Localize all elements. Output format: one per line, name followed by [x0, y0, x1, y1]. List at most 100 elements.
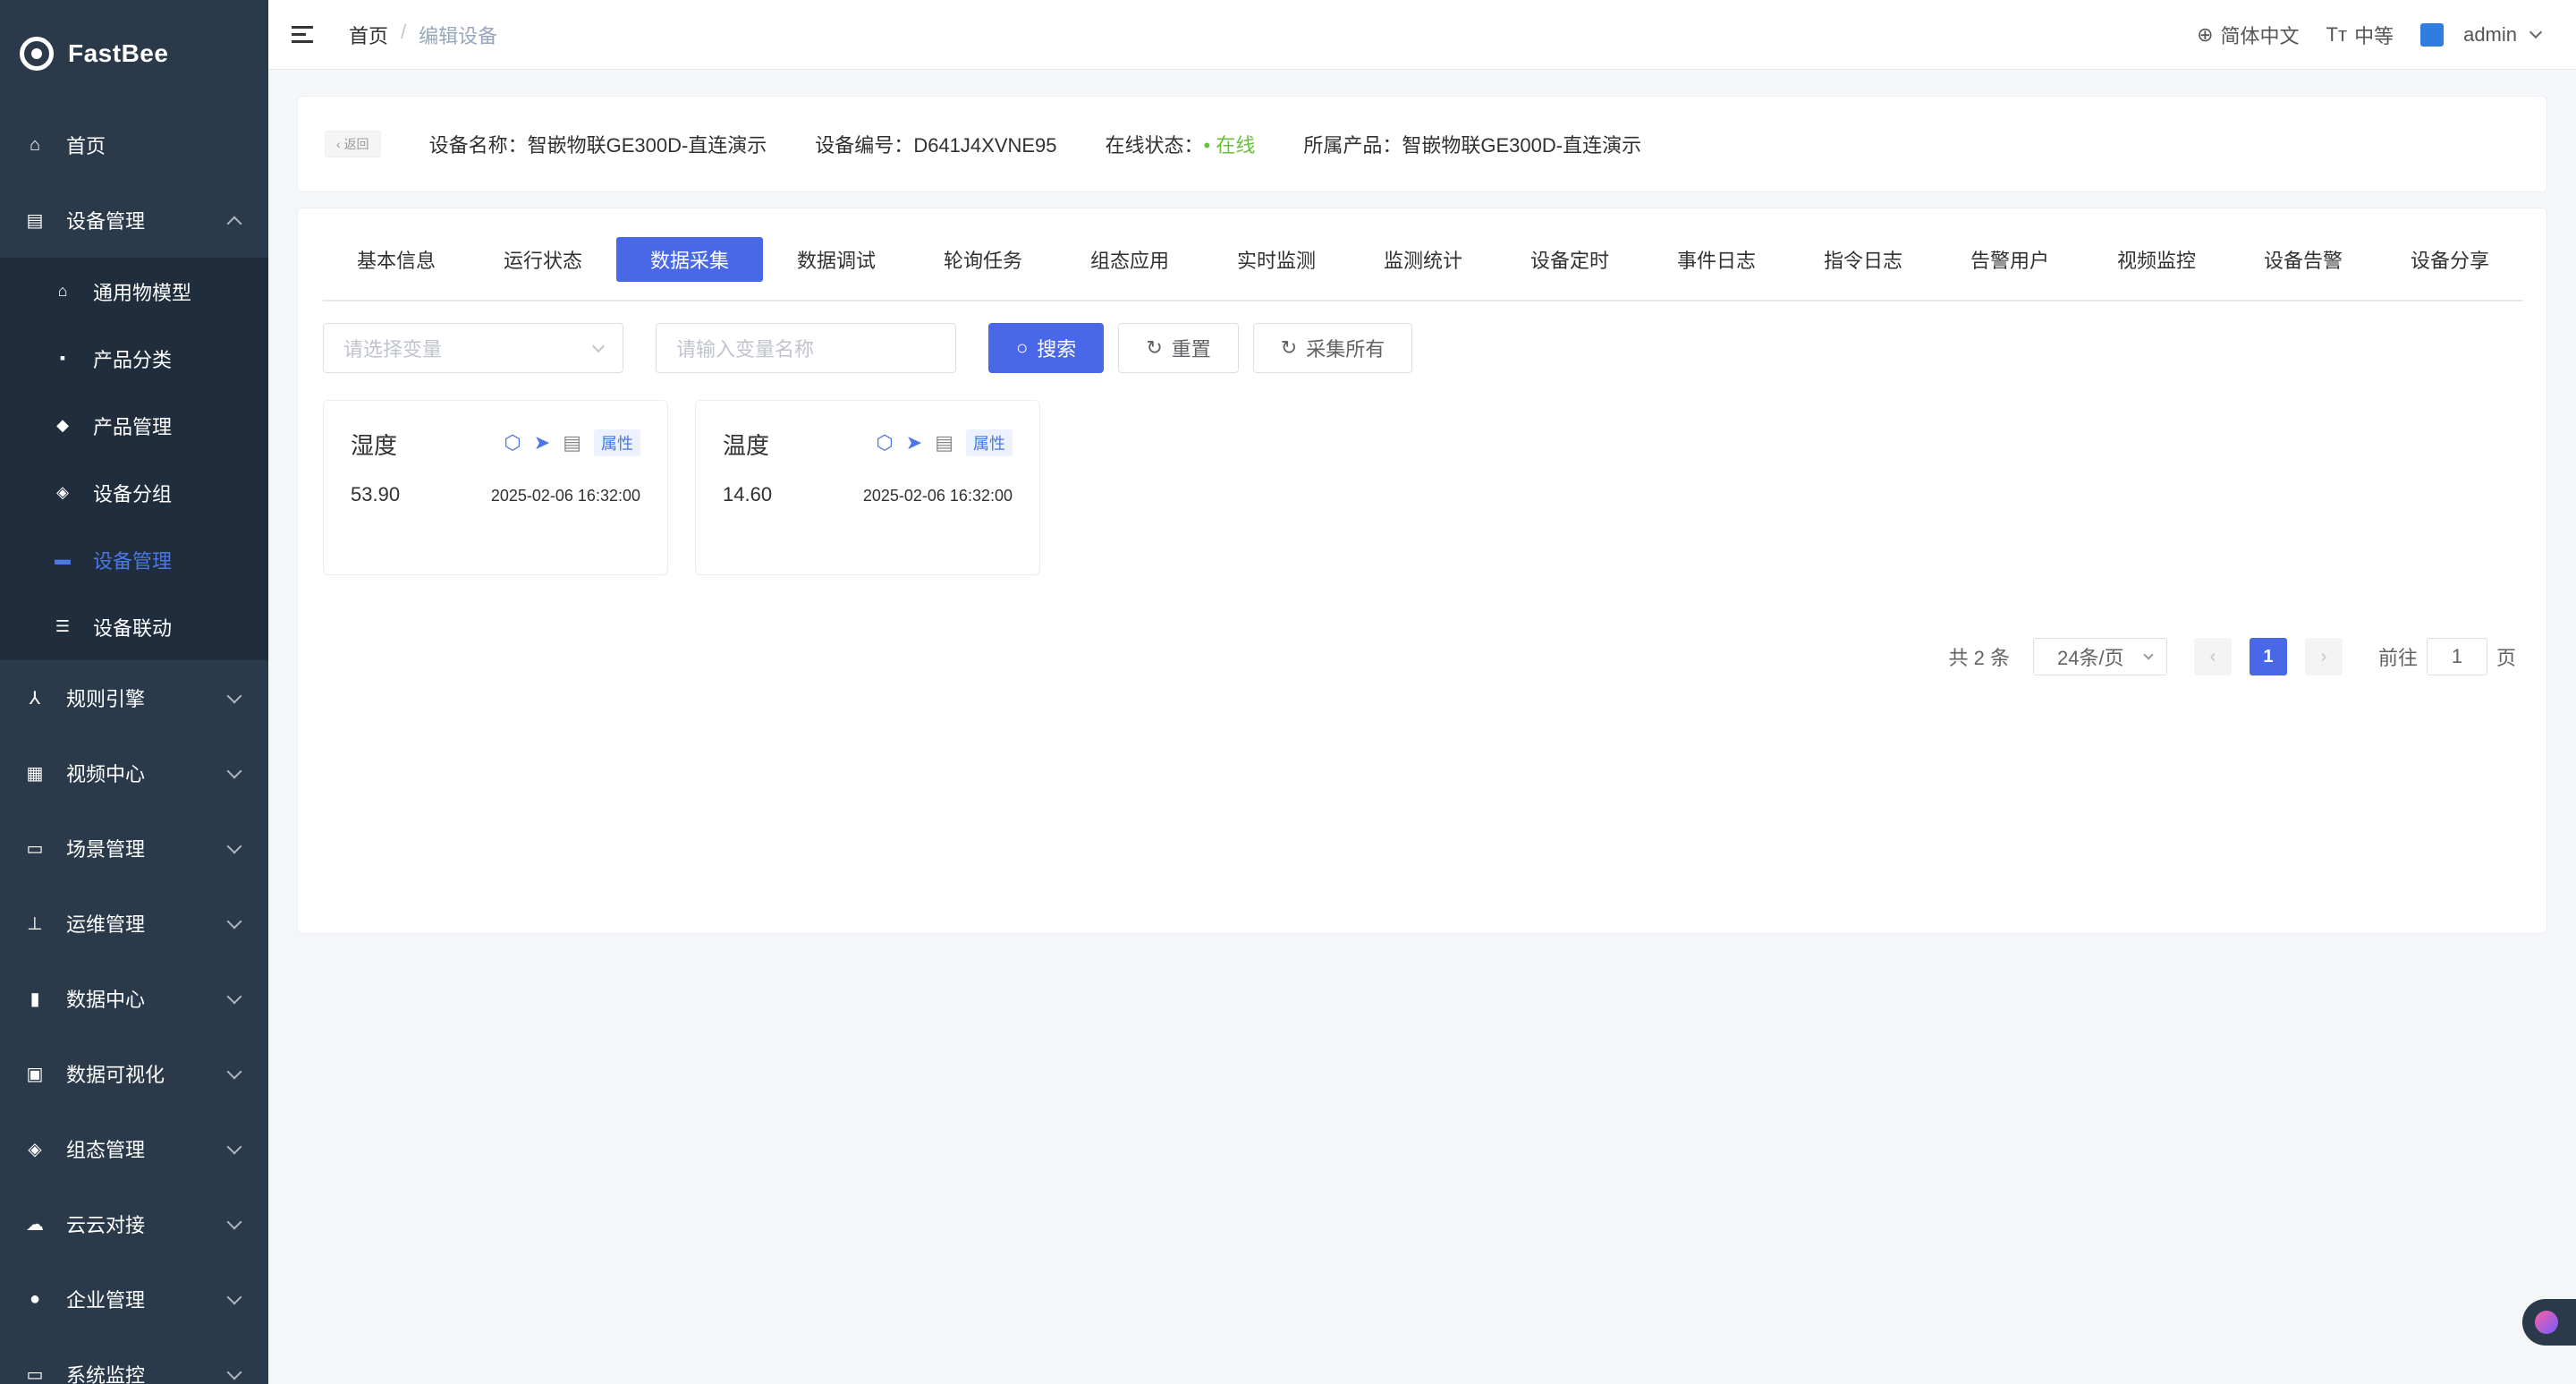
- language-switch[interactable]: ⊕ 简体中文: [2197, 21, 2299, 49]
- chevron-down-icon: [2529, 25, 2543, 39]
- device-name-value: 智嵌物联GE300D-直连演示: [527, 134, 767, 157]
- device-tabs: 基本信息 运行状态 数据采集 数据调试 轮询任务 组态应用 实时监测 监测统计 …: [323, 237, 2523, 301]
- sidebar-item-product-management[interactable]: ◆ 产品管理: [0, 392, 268, 459]
- sidebar-item-scene[interactable]: ▭ 场景管理: [0, 811, 268, 886]
- tab-data-collection[interactable]: 数据采集: [616, 237, 763, 282]
- status-badge: • 在线: [1203, 134, 1256, 157]
- sidebar-item-label: 数据可视化: [66, 1064, 165, 1086]
- collect-all-button[interactable]: ↻ 采集所有: [1252, 323, 1413, 373]
- refresh-icon: ↻: [1146, 336, 1163, 359]
- tab-data-debug[interactable]: 数据调试: [763, 237, 910, 282]
- fastbee-logo-icon: [20, 37, 54, 71]
- chevron-down-icon: [226, 838, 242, 854]
- prev-page-button[interactable]: ‹: [2193, 638, 2232, 675]
- sidebar-item-label: 通用物模型: [93, 281, 192, 304]
- device-product-label: 所属产品：: [1303, 134, 1402, 157]
- sidebar-item-rule-engine[interactable]: ⅄ 规则引擎: [0, 660, 268, 735]
- variable-card: 温度 ⬡ ➤ ▤ 属性 14.60 2025-02-06 16:32:00: [695, 400, 1040, 575]
- menu-toggle-icon[interactable]: [292, 25, 313, 44]
- sidebar-item-device-management[interactable]: ▤ 设备管理: [0, 183, 268, 258]
- cube-icon[interactable]: ⬡: [504, 431, 521, 454]
- chart-icon[interactable]: ▤: [563, 431, 581, 454]
- variable-value: 14.60: [723, 483, 773, 505]
- send-icon[interactable]: ➤: [906, 431, 922, 454]
- device-name: 设备名称：智嵌物联GE300D-直连演示: [429, 130, 767, 158]
- breadcrumb-home[interactable]: 首页: [349, 21, 388, 49]
- ai-assistant-button[interactable]: [2522, 1299, 2576, 1346]
- breadcrumb-current: 编辑设备: [419, 24, 498, 47]
- data-icon: ▮: [30, 989, 40, 1009]
- config-icon: ◈: [28, 1139, 42, 1159]
- sidebar-item-cloud[interactable]: ☁ 云云对接: [0, 1186, 268, 1261]
- send-icon[interactable]: ➤: [534, 431, 550, 454]
- sidebar-item-label: 系统监控: [66, 1364, 146, 1384]
- device-serial: 设备编号：D641J4XVNE95: [815, 130, 1056, 158]
- device-serial-label: 设备编号：: [815, 134, 914, 157]
- tab-device-share[interactable]: 设备分享: [2377, 237, 2523, 282]
- tab-polling-task[interactable]: 轮询任务: [910, 237, 1056, 282]
- page-number[interactable]: 1: [2249, 638, 2287, 675]
- sidebar-item-label: 设备管理: [66, 210, 146, 233]
- reset-button[interactable]: ↻ 重置: [1118, 323, 1239, 373]
- device-status-label: 在线状态：: [1105, 134, 1204, 157]
- user-menu[interactable]: admin: [2420, 23, 2543, 47]
- sidebar-item-home[interactable]: ⌂ 首页: [0, 107, 268, 183]
- search-icon: ○: [1016, 336, 1029, 359]
- sidebar-item-label: 设备分组: [93, 482, 173, 505]
- variable-value: 53.90: [351, 483, 401, 505]
- tab-running-status[interactable]: 运行状态: [470, 237, 616, 282]
- tab-video-monitor[interactable]: 视频监控: [2083, 237, 2230, 282]
- sidebar-item-ops[interactable]: ⊥ 运维管理: [0, 886, 268, 961]
- sidebar-item-enterprise[interactable]: ● 企业管理: [0, 1261, 268, 1337]
- logo[interactable]: FastBee: [0, 0, 268, 107]
- sidebar-item-device-group[interactable]: ◈ 设备分组: [0, 459, 268, 526]
- tab-device-timer[interactable]: 设备定时: [1496, 237, 1643, 282]
- search-button[interactable]: ○ 搜索: [988, 323, 1105, 373]
- chevron-down-icon: [2143, 650, 2154, 660]
- cube-icon[interactable]: ⬡: [877, 431, 894, 454]
- device-info-card: ‹ 返回 设备名称：智嵌物联GE300D-直连演示 设备编号：D641J4XVN…: [297, 96, 2547, 192]
- goto-page-input[interactable]: 1: [2426, 638, 2487, 675]
- pagination-total: 共 2 条: [1948, 647, 2010, 669]
- tab-realtime-monitor[interactable]: 实时监测: [1203, 237, 1350, 282]
- back-button[interactable]: ‹ 返回: [325, 131, 381, 157]
- device-product-value: 智嵌物联GE300D-直连演示: [1402, 134, 1642, 157]
- back-label: 返回: [343, 137, 369, 151]
- tab-monitor-stats[interactable]: 监测统计: [1350, 237, 1496, 282]
- sidebar-item-product-category[interactable]: ▪ 产品分类: [0, 325, 268, 392]
- next-page-button[interactable]: ›: [2304, 638, 2343, 675]
- tab-command-log[interactable]: 指令日志: [1790, 237, 1936, 282]
- linkage-icon: ☰: [55, 617, 71, 635]
- sidebar-item-data-visual[interactable]: ▣ 数据可视化: [0, 1036, 268, 1111]
- variable-timestamp: 2025-02-06 16:32:00: [862, 487, 1013, 505]
- chevron-up-icon: [226, 216, 242, 232]
- tab-alert-users[interactable]: 告警用户: [1936, 237, 2083, 282]
- sidebar-item-video-center[interactable]: ▦ 视频中心: [0, 735, 268, 811]
- chevron-down-icon: [226, 989, 242, 1005]
- sidebar-item-monitor[interactable]: ▭ 系统监控: [0, 1337, 268, 1384]
- font-size-switch[interactable]: Tт 中等: [2326, 21, 2394, 49]
- search-label: 搜索: [1037, 338, 1077, 361]
- tab-event-log[interactable]: 事件日志: [1643, 237, 1790, 282]
- tab-config-app[interactable]: 组态应用: [1056, 237, 1203, 282]
- chevron-down-icon: [226, 913, 242, 930]
- sidebar-item-config[interactable]: ◈ 组态管理: [0, 1111, 268, 1186]
- variable-name-input[interactable]: 请输入变量名称: [656, 323, 956, 373]
- sidebar-item-data-center[interactable]: ▮ 数据中心: [0, 961, 268, 1036]
- tab-device-alert[interactable]: 设备告警: [2230, 237, 2377, 282]
- sidebar-item-device-manage[interactable]: ▬ 设备管理: [0, 526, 268, 593]
- chevron-down-icon: [226, 1364, 242, 1380]
- sidebar-item-device-linkage[interactable]: ☰ 设备联动: [0, 593, 268, 660]
- goto-page: 前往 1 页: [2378, 638, 2516, 675]
- refresh-icon: ↻: [1280, 336, 1298, 359]
- tab-basic-info[interactable]: 基本信息: [323, 237, 470, 282]
- chart-icon[interactable]: ▤: [935, 431, 953, 454]
- variable-select-placeholder: 请选择变量: [343, 338, 443, 361]
- sidebar-item-thing-model[interactable]: ⌂ 通用物模型: [0, 258, 268, 325]
- page-size-select[interactable]: 24条/页: [2032, 638, 2167, 675]
- variable-card: 湿度 ⬡ ➤ ▤ 属性 53.90 2025-02-06 16:32:00: [323, 400, 668, 575]
- variable-select[interactable]: 请选择变量: [323, 323, 623, 373]
- device-manage-icon: ▬: [55, 550, 71, 568]
- ops-icon: ⊥: [27, 913, 43, 934]
- collect-all-label: 采集所有: [1306, 338, 1385, 361]
